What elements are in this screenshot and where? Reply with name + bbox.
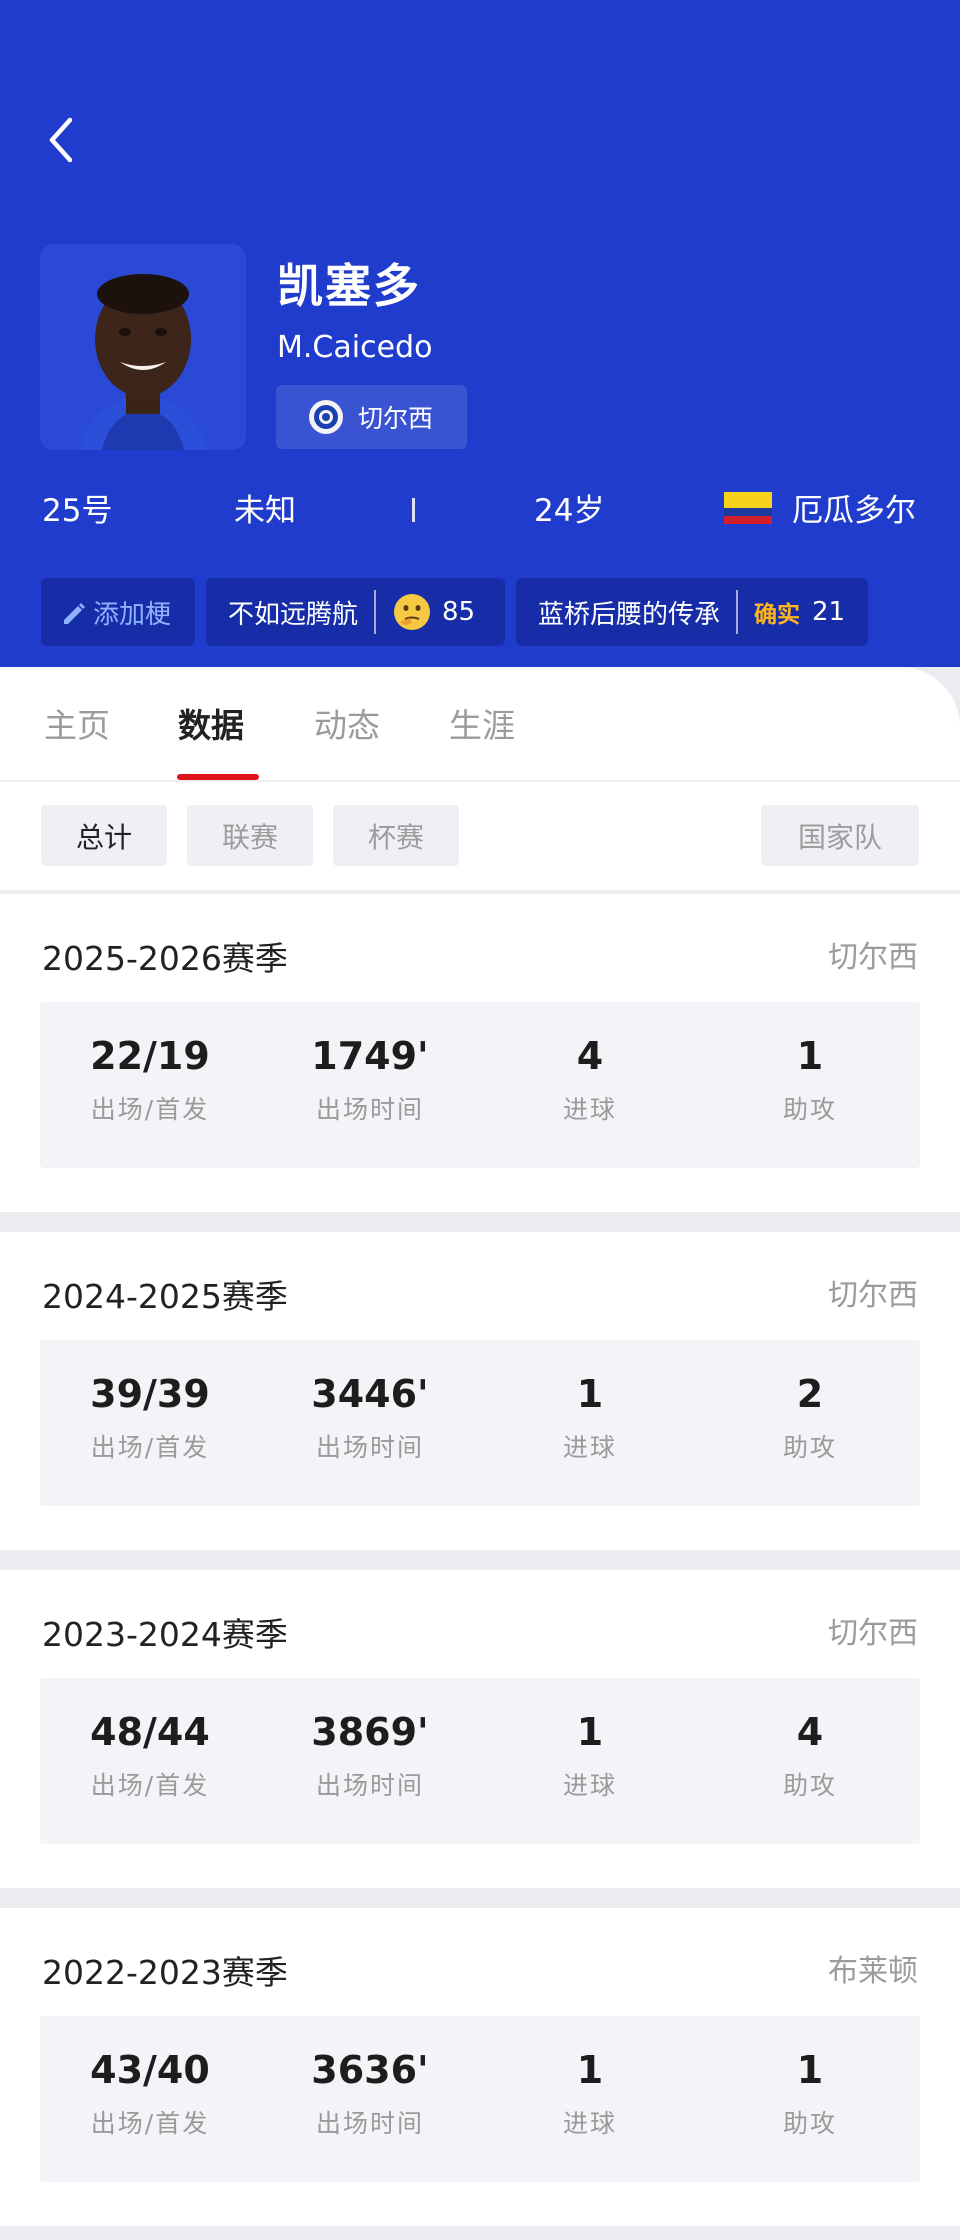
season-title: 2023-2024赛季 [42,1615,288,1654]
add-tag-label: 添加梗 [93,599,172,630]
season-title: 2024-2025赛季 [42,1277,288,1316]
season-team[interactable]: 切尔西 [828,932,918,976]
season-stats: 39/39 出场/首发 3446' 出场时间 1 进球 2 助攻 [40,1340,920,1506]
player-age: 24岁 [534,493,605,529]
player-number: 25号 [42,493,113,529]
stat-minutes: 3446' 出场时间 [311,1372,429,1462]
season-title: 2025-2026赛季 [42,939,288,978]
season-stats: 22/19 出场/首发 1749' 出场时间 4 进球 1 助攻 [40,1002,920,1168]
tag-chip-1[interactable]: 不如远腾航 85 [206,578,505,646]
stat-assists: 2 助攻 [782,1372,837,1462]
tab-data[interactable]: 数据 [178,699,244,747]
stat-goals: 1 进球 [562,1372,617,1462]
player-position: 未知 [234,493,296,529]
tag-1-text: 不如远腾航 [228,599,359,630]
stat-goals: 1 进球 [562,1710,617,1800]
season-title: 2022-2023赛季 [42,1953,288,1992]
stat-minutes: 1749' 出场时间 [311,1034,429,1124]
info-divider [412,498,415,522]
tag-2-count: 21 [812,597,846,627]
tab-career[interactable]: 生涯 [449,699,515,747]
tag-2-badge: 确实 [754,602,801,628]
tag-chip-2[interactable]: 蓝桥后腰的传承 确实 21 [516,578,868,646]
tab-home[interactable]: 主页 [44,699,110,747]
ecuador-flag-icon [724,492,772,524]
filter-total[interactable]: 总计 [41,805,167,866]
season-card: 2025-2026赛季 切尔西 22/19 出场/首发 1749' 出场时间 4… [0,894,960,1212]
season-stats: 43/40 出场/首发 3636' 出场时间 1 进球 1 助攻 [40,2016,920,2182]
thinking-face-icon [394,594,431,630]
stat-minutes: 3869' 出场时间 [311,1710,429,1800]
season-team[interactable]: 切尔西 [828,1270,918,1314]
club-button[interactable]: 切尔西 [276,385,467,449]
stat-appearances: 48/44 出场/首发 [90,1710,210,1800]
player-header: 凯塞多 M.Caicedo 切尔西 25号 未知 24岁 厄瓜多尔 添加梗 不如… [0,0,960,700]
stat-appearances: 43/40 出场/首发 [90,2048,210,2138]
pencil-icon [64,603,85,624]
player-nationality: 厄瓜多尔 [792,493,916,529]
player-name: 凯塞多 [277,259,421,313]
stat-minutes: 3636' 出场时间 [311,2048,429,2138]
player-english-name: M.Caicedo [277,330,433,365]
season-card: 2022-2023赛季 布莱顿 43/40 出场/首发 3636' 出场时间 1… [0,1908,960,2226]
season-stats: 48/44 出场/首发 3869' 出场时间 1 进球 4 助攻 [40,1678,920,1844]
tab-activity[interactable]: 动态 [314,699,380,747]
stat-appearances: 39/39 出场/首发 [90,1372,210,1462]
stat-goals: 1 进球 [562,2048,617,2138]
season-card: 2024-2025赛季 切尔西 39/39 出场/首发 3446' 出场时间 1… [0,1232,960,1550]
season-team[interactable]: 布莱顿 [828,1946,918,1990]
filter-cup[interactable]: 杯赛 [333,805,459,866]
filter-bar: 总计 联赛 杯赛 国家队 [0,782,960,892]
tab-indicator [177,774,259,780]
season-team[interactable]: 切尔西 [828,1608,918,1652]
stat-assists: 4 助攻 [782,1710,837,1800]
tab-bar: 主页 数据 动态 生涯 [0,667,960,782]
chelsea-crest-icon [309,400,343,434]
filter-league[interactable]: 联赛 [187,805,313,866]
season-card: 2023-2024赛季 切尔西 48/44 出场/首发 3869' 出场时间 1… [0,1570,960,1888]
player-photo [40,244,246,450]
stat-appearances: 22/19 出场/首发 [90,1034,210,1124]
tag-2-text: 蓝桥后腰的传承 [538,599,721,630]
filter-national-team[interactable]: 国家队 [761,805,919,866]
club-name: 切尔西 [358,404,434,433]
stat-goals: 4 进球 [562,1034,617,1124]
add-tag-button[interactable]: 添加梗 [41,578,195,646]
back-arrow-icon[interactable] [40,112,84,168]
tag-1-count: 85 [442,597,476,627]
stat-assists: 1 助攻 [782,1034,837,1124]
stat-assists: 1 助攻 [782,2048,837,2138]
